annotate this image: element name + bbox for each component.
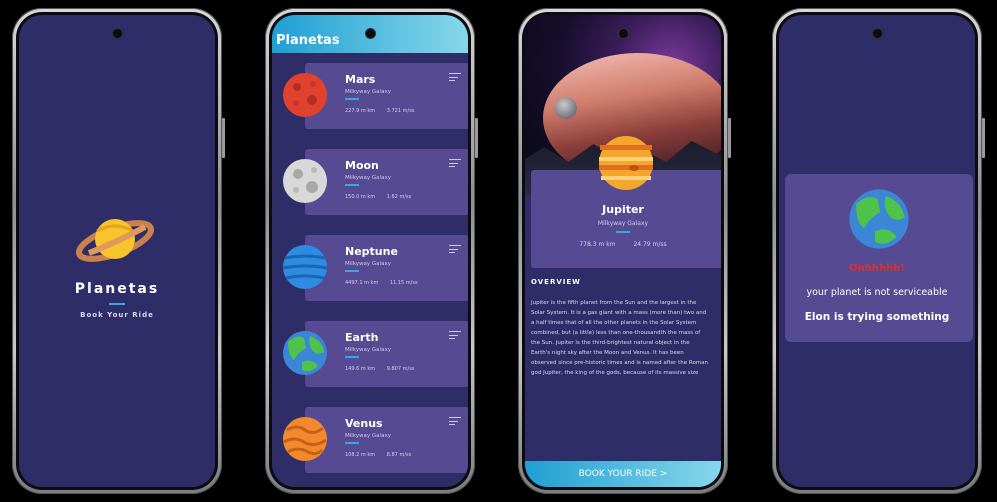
planet-stats: 778.3 m km 24.79 m/ss: [525, 241, 721, 248]
book-ride-button[interactable]: BOOK YOUR RIDE >: [525, 461, 721, 487]
planet-galaxy: Milkyway Galaxy: [345, 433, 391, 439]
overview-text: Jupiter is the fifth planet from the Sun…: [531, 300, 709, 376]
planet-name: Moon: [345, 159, 379, 172]
planet-list-screen: Planetas Mars Milkyway Galaxy 227.9 m km…: [272, 15, 468, 487]
not-serviceable-screen: Ohhhhhh! your planet is not serviceable …: [779, 15, 975, 487]
distance-value: 108.2 m km: [345, 452, 376, 458]
distance-value: 150.0 m km: [345, 194, 376, 200]
planet-galaxy: Milkyway Galaxy: [345, 89, 391, 95]
planet-name: Earth: [345, 331, 379, 344]
error-submessage: Elon is trying something: [804, 311, 950, 323]
jupiter-planet-icon: [599, 136, 653, 190]
side-button: [982, 118, 985, 158]
planet-galaxy: Milkyway Galaxy: [597, 220, 649, 227]
mars-planet-icon: [283, 73, 327, 117]
camera-icon: [872, 29, 882, 38]
planet-card-venus[interactable]: Venus Milkyway Galaxy 108.2 m km 8.87 m/…: [305, 407, 468, 473]
distance-value: 149.6 m km: [345, 366, 376, 372]
title-underline: [109, 303, 125, 305]
planet-name: Neptune: [345, 245, 398, 258]
moon-planet-icon: [283, 159, 327, 203]
name-underline: [345, 442, 359, 444]
bezel: Ohhhhhh! your planet is not serviceable …: [776, 12, 978, 490]
gravity-value: 3.721 m/ss: [386, 108, 415, 114]
overview-heading: OVERVIEW: [531, 278, 581, 286]
sort-menu-icon[interactable]: [449, 331, 461, 342]
planet-stats: 149.6 m km 9.807 m/ss: [345, 366, 424, 372]
planet-stats: 227.9 m km 3.721 m/ss: [345, 108, 424, 114]
planet-detail-screen: Jupiter Milkyway Galaxy 778.3 m km 24.79…: [525, 15, 721, 487]
distance-value: 227.9 m km: [345, 108, 376, 114]
gravity-value: 8.87 m/ss: [386, 452, 412, 458]
sort-menu-icon[interactable]: [449, 159, 461, 170]
name-underline: [345, 270, 359, 272]
phone-planet-detail: Jupiter Milkyway Galaxy 778.3 m km 24.79…: [518, 8, 731, 494]
error-headline: Ohhhhhh!: [849, 263, 905, 274]
error-message: your planet is not serviceable: [806, 287, 948, 298]
name-underline: [345, 356, 359, 358]
earth-planet-icon: [283, 331, 327, 375]
header-title: Planetas: [276, 33, 340, 48]
name-underline: [345, 98, 359, 100]
sort-menu-icon[interactable]: [449, 245, 461, 256]
planet-card-neptune[interactable]: Neptune Milkyway Galaxy 4497.1 m km 11.1…: [305, 235, 468, 301]
gravity-value: 1.62 m/ss: [386, 194, 412, 200]
app-subtitle: Book Your Ride: [80, 311, 154, 319]
phone-planet-list: Planetas Mars Milkyway Galaxy 227.9 m km…: [265, 8, 478, 494]
planet-name: Mars: [345, 73, 376, 86]
planet-galaxy: Milkyway Galaxy: [345, 261, 391, 267]
planet-stats: 4497.1 m km 11.15 m/ss: [345, 280, 428, 286]
planet-stats: 150.0 m km 1.62 m/ss: [345, 194, 421, 200]
bezel: Planetas Book Your Ride: [16, 12, 218, 490]
planet-card-mars[interactable]: Mars Milkyway Galaxy 227.9 m km 3.721 m/…: [305, 63, 468, 129]
app-title: Planetas: [74, 281, 160, 297]
gravity-value: 24.79 m/ss: [633, 241, 667, 248]
camera-icon: [365, 29, 375, 38]
bezel: Jupiter Milkyway Galaxy 778.3 m km 24.79…: [522, 12, 724, 490]
phone-splash: Planetas Book Your Ride: [12, 8, 225, 494]
side-button: [475, 118, 478, 158]
saturn-logo-icon: [76, 219, 154, 262]
camera-icon: [618, 29, 628, 38]
planet-stats: 108.2 m km 8.87 m/ss: [345, 452, 421, 458]
venus-planet-icon: [283, 417, 327, 461]
planet-name: Jupiter: [602, 203, 644, 216]
planet-galaxy: Milkyway Galaxy: [345, 347, 391, 353]
name-underline: [616, 231, 630, 233]
bezel: Planetas Mars Milkyway Galaxy 227.9 m km…: [269, 12, 471, 490]
planet-card-moon[interactable]: Moon Milkyway Galaxy 150.0 m km 1.62 m/s…: [305, 149, 468, 215]
sort-menu-icon[interactable]: [449, 73, 461, 84]
side-button: [222, 118, 225, 158]
earth-planet-icon: [849, 189, 909, 249]
planet-card-earth[interactable]: Earth Milkyway Galaxy 149.6 m km 9.807 m…: [305, 321, 468, 387]
sort-menu-icon[interactable]: [449, 417, 461, 428]
gravity-value: 11.15 m/ss: [389, 280, 418, 286]
distance-value: 4497.1 m km: [345, 280, 379, 286]
side-button: [728, 118, 731, 158]
phone-not-serviceable: Ohhhhhh! your planet is not serviceable …: [772, 8, 985, 494]
neptune-planet-icon: [282, 245, 328, 289]
planet-galaxy: Milkyway Galaxy: [345, 175, 391, 181]
splash-screen: Planetas Book Your Ride: [19, 15, 215, 487]
moon-image: [555, 97, 577, 119]
camera-icon: [112, 29, 122, 38]
planet-name: Venus: [345, 417, 383, 430]
gravity-value: 9.807 m/ss: [386, 366, 415, 372]
distance-value: 778.3 m km: [579, 241, 616, 248]
name-underline: [345, 184, 359, 186]
